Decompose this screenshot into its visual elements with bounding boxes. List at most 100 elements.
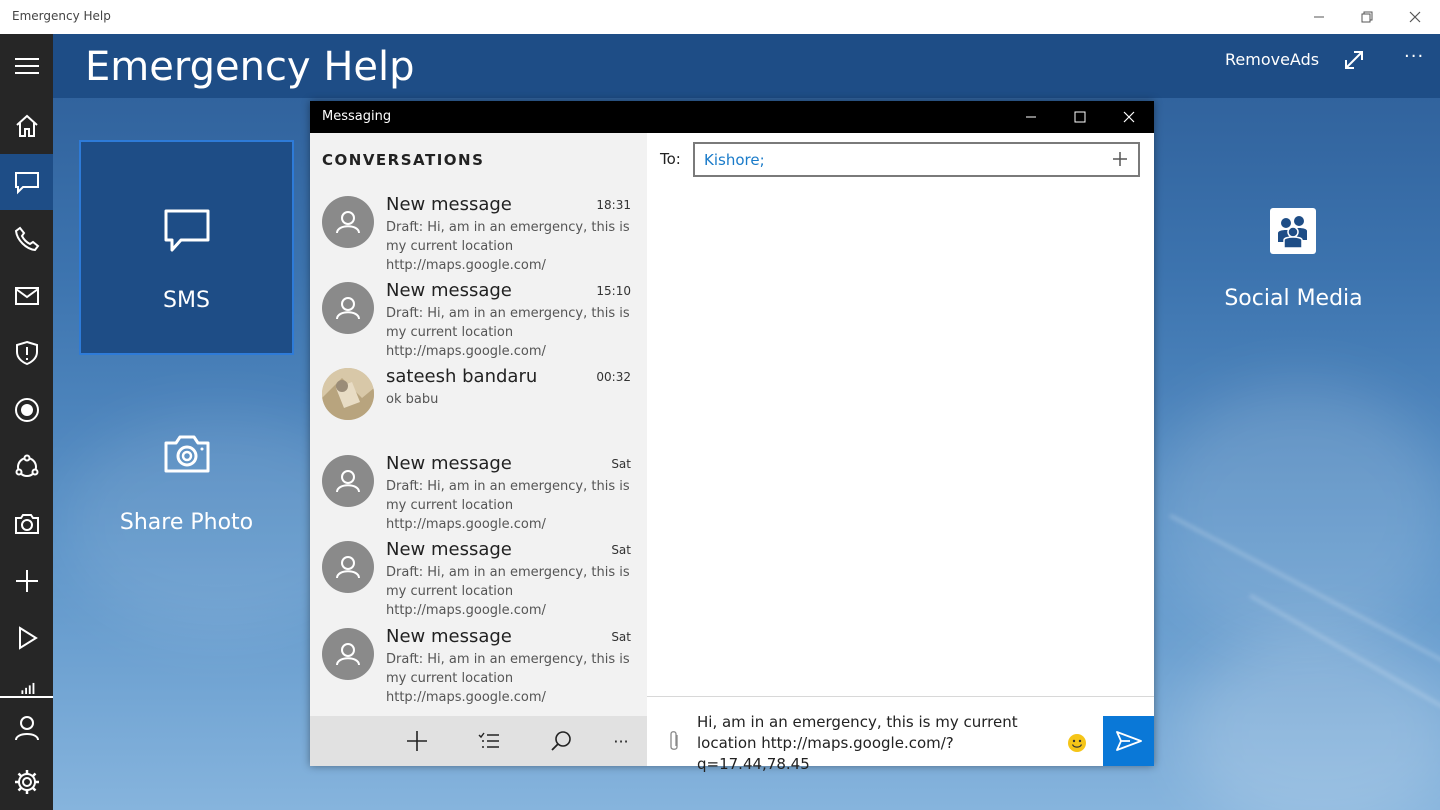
phone-icon <box>14 226 39 252</box>
messaging-close-button[interactable] <box>1105 101 1153 133</box>
conversation-item[interactable]: New message Sat Draft: Hi, am in an emer… <box>310 453 647 541</box>
search-button[interactable] <box>546 726 576 756</box>
remove-ads-button[interactable]: RemoveAds <box>1225 50 1319 69</box>
nav-record[interactable] <box>0 382 53 438</box>
messaging-minimize-button[interactable] <box>1007 101 1055 133</box>
nav-sms[interactable] <box>0 154 53 210</box>
add-icon <box>407 731 427 751</box>
conversation-item[interactable]: sateesh bandaru 00:32 ok babu <box>310 366 647 454</box>
person-icon <box>336 297 360 320</box>
restore-button[interactable] <box>1344 0 1390 34</box>
record-icon <box>14 398 39 422</box>
conversation-preview: Draft: Hi, am in an emergency, this is m… <box>386 652 630 705</box>
social-media-tile[interactable]: Social Media <box>1186 190 1401 330</box>
nav-play[interactable] <box>0 610 53 666</box>
nav-camera[interactable] <box>0 496 53 552</box>
messaging-maximize-button[interactable] <box>1056 101 1104 133</box>
messaging-title: Messaging <box>322 109 392 124</box>
camera-icon <box>164 435 210 473</box>
close-icon <box>1409 11 1421 23</box>
home-icon <box>15 114 38 137</box>
attach-icon[interactable] <box>667 729 681 753</box>
emoji-icon[interactable] <box>1067 733 1087 753</box>
avatar <box>322 455 374 507</box>
window-titlebar: Emergency Help <box>0 0 1440 34</box>
share-icon <box>15 454 38 477</box>
profile-photo <box>322 368 374 420</box>
avatar <box>322 628 374 680</box>
nav-settings[interactable] <box>0 754 53 810</box>
send-button[interactable] <box>1103 716 1154 766</box>
recipient-field[interactable]: Kishore; <box>693 142 1140 177</box>
minimize-button[interactable] <box>1296 0 1342 34</box>
nav-add[interactable] <box>0 553 53 609</box>
compose-divider <box>647 696 1154 697</box>
nav-profile[interactable] <box>0 700 53 756</box>
avatar <box>322 541 374 593</box>
person-icon <box>336 211 360 234</box>
nav-mail[interactable] <box>0 268 53 324</box>
add-recipient-icon[interactable] <box>1110 148 1130 170</box>
share-photo-tile[interactable]: Share Photo <box>79 400 294 560</box>
recipient-chip[interactable]: Kishore; <box>704 151 765 169</box>
conversation-time: Sat <box>611 457 631 471</box>
close-button[interactable] <box>1392 0 1438 34</box>
maximize-icon <box>1074 111 1086 123</box>
message-icon <box>14 172 39 195</box>
conversation-item[interactable]: New message Sat Draft: Hi, am in an emer… <box>310 539 647 627</box>
social-media-icon <box>1270 208 1316 254</box>
menu-button[interactable] <box>0 38 53 94</box>
conversation-item[interactable]: New message Sat Draft: Hi, am in an emer… <box>310 626 647 714</box>
camera-icon <box>14 514 39 534</box>
conversation-preview: Draft: Hi, am in an emergency, this is m… <box>386 306 630 359</box>
send-icon <box>1115 731 1142 751</box>
minimize-icon <box>1314 16 1324 18</box>
conversations-header: CONVERSATIONS <box>322 151 485 169</box>
nav-rail <box>0 34 53 810</box>
sms-tile[interactable]: SMS <box>79 140 294 355</box>
app-header: Emergency Help RemoveAds ··· <box>0 34 1440 98</box>
nav-share[interactable] <box>0 439 53 495</box>
messaging-titlebar: Messaging <box>310 101 1154 133</box>
nav-security[interactable] <box>0 325 53 381</box>
conversation-item[interactable]: New message 15:10 Draft: Hi, am in an em… <box>310 280 647 368</box>
page-title: Emergency Help <box>85 44 415 90</box>
conversation-time: Sat <box>611 543 631 557</box>
conversation-name: New message <box>386 453 512 474</box>
gear-icon <box>14 770 39 794</box>
messaging-window: Messaging CONVERSATIONS New message 18:3… <box>310 101 1154 773</box>
sms-tile-label: SMS <box>163 288 210 313</box>
add-icon <box>15 570 38 592</box>
person-icon <box>14 716 39 741</box>
compose-pane: To: Kishore; Hi, am in an emergency, thi… <box>647 133 1154 773</box>
avatar <box>322 196 374 248</box>
mail-icon <box>14 287 39 305</box>
conversations-pane: CONVERSATIONS New message 18:31 Draft: H… <box>310 133 647 766</box>
person-icon <box>336 470 360 493</box>
more-options-icon[interactable]: ··· <box>1404 46 1424 67</box>
minimize-icon <box>1026 116 1036 118</box>
sms-icon <box>164 209 210 252</box>
new-conversation-button[interactable] <box>402 726 432 756</box>
person-icon <box>336 643 360 666</box>
conversation-preview: Draft: Hi, am in an emergency, this is m… <box>386 220 630 273</box>
rail-divider <box>0 696 53 698</box>
conversation-time: 15:10 <box>596 284 631 298</box>
conversation-preview: Draft: Hi, am in an emergency, this is m… <box>386 565 630 618</box>
nav-signal[interactable] <box>0 664 53 694</box>
fullscreen-icon[interactable] <box>1340 46 1368 74</box>
message-input[interactable]: Hi, am in an emergency, this is my curre… <box>697 712 1057 775</box>
close-icon <box>1123 111 1135 123</box>
conversation-name: sateesh bandaru <box>386 366 538 387</box>
more-options-icon[interactable]: ··· <box>606 726 636 756</box>
nav-home[interactable] <box>0 98 53 154</box>
select-button[interactable] <box>474 726 504 756</box>
conversation-time: 18:31 <box>596 198 631 212</box>
conversation-preview: Draft: Hi, am in an emergency, this is m… <box>386 479 630 532</box>
person-icon <box>336 556 360 579</box>
conversation-item[interactable]: New message 18:31 Draft: Hi, am in an em… <box>310 194 647 282</box>
avatar <box>322 282 374 334</box>
window-title: Emergency Help <box>12 9 111 23</box>
nav-phone[interactable] <box>0 211 53 267</box>
conversation-time: 00:32 <box>596 370 631 384</box>
